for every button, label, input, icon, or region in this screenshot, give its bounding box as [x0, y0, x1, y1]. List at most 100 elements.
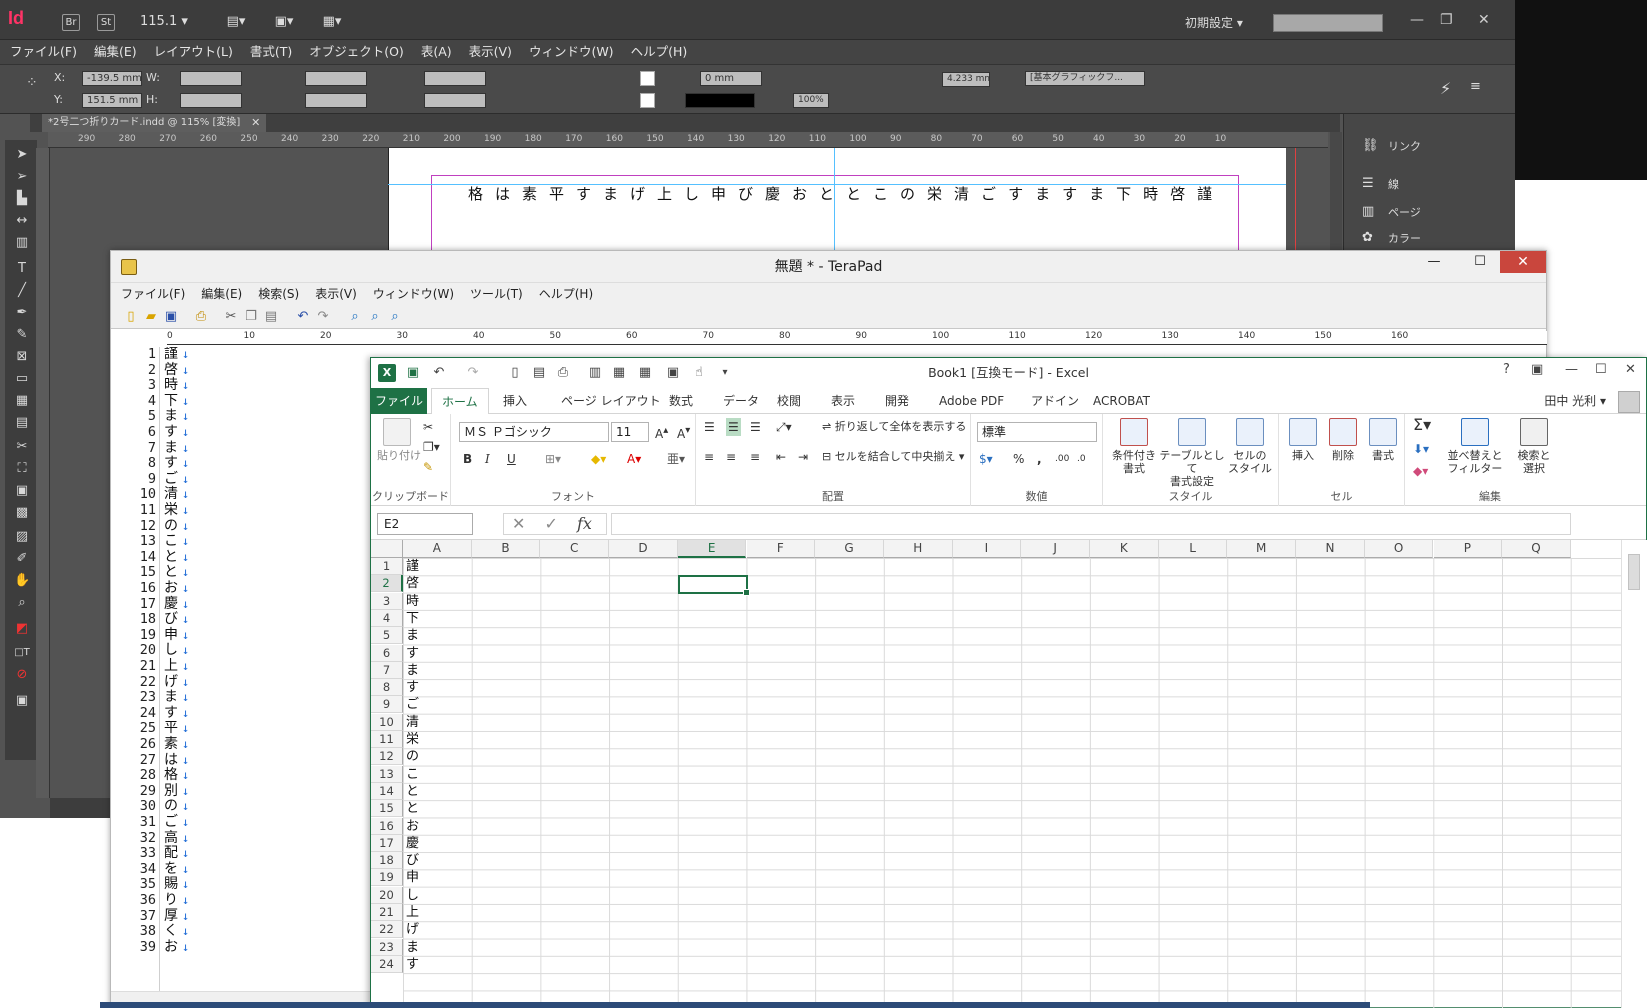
row-header[interactable]: 5 [371, 627, 403, 645]
apply-none-icon[interactable]: ⊘ [14, 668, 30, 682]
cell-a[interactable]: ま [406, 627, 419, 644]
bridge-button[interactable]: Br [62, 14, 80, 31]
tab-acrobat[interactable]: ACROBAT [1083, 388, 1160, 414]
align-top-icon[interactable]: ☰ [704, 418, 715, 436]
row-header[interactable]: 11 [371, 731, 403, 748]
tab-formulas[interactable]: 数式 [659, 388, 703, 414]
column-header[interactable]: N [1296, 540, 1365, 558]
excel-maximize-icon[interactable]: ☐ [1595, 362, 1607, 377]
italic-button[interactable]: I [485, 450, 490, 468]
cell-a[interactable]: 上 [406, 904, 419, 921]
increase-decimal-icon[interactable]: .00 [1055, 450, 1069, 468]
tab-adobe-pdf[interactable]: Adobe PDF [929, 388, 1014, 414]
panel-pages[interactable]: ▥ ページ [1362, 202, 1421, 222]
menu-object[interactable]: オブジェクト(O) [309, 40, 404, 64]
cell-a[interactable]: す [406, 679, 419, 696]
row-header[interactable]: 12 [371, 748, 403, 766]
tp-line[interactable]: 2 啓 ↓ [111, 362, 371, 379]
column-header[interactable]: B [471, 540, 541, 558]
stroke-type-select[interactable] [685, 93, 755, 108]
column-header[interactable]: A [403, 540, 472, 558]
cell-a[interactable]: お [406, 818, 419, 835]
number-format-select[interactable]: 標準 [977, 422, 1097, 442]
tp-line[interactable]: 19 申 ↓ [111, 627, 371, 644]
tp-line[interactable]: 6 す ↓ [111, 424, 371, 441]
cell-a[interactable]: 清 [406, 714, 419, 731]
shear-field[interactable] [424, 93, 486, 108]
tp-menu-view[interactable]: 表示(V) [315, 283, 357, 305]
decrease-font-icon[interactable]: A▾ [677, 422, 690, 443]
panel-menu-icon[interactable]: ≡ [1470, 79, 1481, 94]
panel-color[interactable]: ✿ カラー [1362, 228, 1421, 248]
column-header[interactable]: G [815, 540, 884, 558]
column-header[interactable]: O [1364, 540, 1434, 558]
tp-line[interactable]: 20 し ↓ [111, 643, 371, 659]
font-name-select[interactable]: ＭＳ Ｐゴシック [459, 422, 609, 442]
quick-apply-icon[interactable]: ⚡ [1440, 79, 1451, 98]
decrease-indent-icon[interactable]: ⇤ [776, 448, 786, 466]
active-cell[interactable] [678, 575, 750, 596]
cell-a[interactable]: 慶 [406, 835, 419, 852]
row-header[interactable]: 20 [371, 886, 403, 904]
borders-icon[interactable]: ⊞▾ [545, 450, 561, 468]
document-text-frame[interactable]: 格は素平すまげ上し申び慶おととこの栄清ごすますま下時啓謹 [468, 183, 1224, 204]
close-icon[interactable]: ✕ [1478, 12, 1490, 28]
menu-type[interactable]: 書式(T) [250, 40, 292, 64]
pen-tool-icon[interactable]: ✒ [14, 306, 30, 320]
line-tool-icon[interactable]: ╱ [14, 284, 30, 298]
zoom-tool-icon[interactable]: ⌕ [14, 596, 30, 610]
insert-cells-button[interactable]: 挿入 [1285, 418, 1321, 462]
spacing-field[interactable]: 4.233 mm [942, 72, 990, 87]
row-header[interactable]: 16 [371, 817, 403, 835]
tp-line[interactable]: 18 び ↓ [111, 612, 371, 628]
fill-icon[interactable]: ⬇▾ [1413, 440, 1429, 458]
tp-line[interactable]: 27 は ↓ [111, 752, 371, 769]
object-style-select[interactable]: [基本グラフィックフ... [1025, 71, 1145, 86]
currency-icon[interactable]: $▾ [979, 450, 993, 468]
user-name[interactable]: 田中 光利 ▾ [1544, 388, 1606, 414]
tp-line[interactable]: 28 格 ↓ [111, 768, 371, 784]
column-header[interactable]: J [1021, 540, 1090, 558]
align-bottom-icon[interactable]: ☰ [750, 418, 761, 436]
screen-mode-icon[interactable]: ▣▾ [270, 14, 298, 31]
scale-y-field[interactable] [305, 93, 367, 108]
row-header[interactable]: 13 [371, 765, 403, 783]
panel-links[interactable]: ⛓ リンク [1362, 136, 1421, 156]
column-header[interactable]: D [609, 540, 678, 558]
gap-tool-icon[interactable]: ↔ [14, 214, 30, 228]
cell-a[interactable]: 下 [406, 610, 419, 627]
menu-help[interactable]: ヘルプ(H) [631, 40, 688, 64]
width-field[interactable] [180, 71, 242, 86]
restore-icon[interactable]: ❐ [1440, 12, 1453, 28]
tp-line[interactable]: 7 ま ↓ [111, 440, 371, 457]
cell-a[interactable]: び [406, 852, 419, 869]
tp-line[interactable]: 24 す ↓ [111, 705, 371, 722]
free-transform-tool-icon[interactable]: ⛶ [14, 462, 30, 476]
tp-line[interactable]: 10 清 ↓ [111, 487, 371, 503]
conditional-format-button[interactable]: 条件付き 書式 [1109, 418, 1159, 475]
orientation-icon[interactable]: ⤢▾ [776, 418, 792, 436]
cell-a[interactable]: と [406, 800, 419, 817]
eyedropper-tool-icon[interactable]: ✐ [14, 552, 30, 566]
minimize-icon[interactable]: — [1410, 12, 1424, 28]
tab-review[interactable]: 校閲 [767, 388, 811, 414]
wrap-text-button[interactable]: ⇌ 折り返して全体を表示する [822, 418, 966, 436]
tp-line[interactable]: 9 ご ↓ [111, 471, 371, 488]
tp-line[interactable]: 23 ま ↓ [111, 690, 371, 706]
row-header[interactable]: 1 [371, 558, 403, 575]
tp-line[interactable]: 34 を ↓ [111, 861, 371, 878]
arrange-documents-icon[interactable]: ▦▾ [318, 14, 346, 31]
row-header[interactable]: 3 [371, 592, 403, 610]
type-tool-icon[interactable]: T [14, 262, 30, 276]
row-header[interactable]: 19 [371, 869, 403, 887]
column-header[interactable]: K [1090, 540, 1159, 558]
grid-tool-icon[interactable]: ▤ [14, 416, 30, 430]
tp-line[interactable]: 8 す ↓ [111, 456, 371, 472]
cell-a[interactable]: こ [406, 766, 419, 783]
excel-close-icon[interactable]: ✕ [1625, 362, 1636, 377]
tp-line[interactable]: 14 と ↓ [111, 549, 371, 566]
tp-menu-edit[interactable]: 編集(E) [201, 283, 242, 305]
workspace-switcher[interactable]: 初期設定 ▾ [1185, 14, 1243, 31]
tp-line[interactable]: 4 下 ↓ [111, 393, 371, 410]
row-header[interactable]: 22 [371, 921, 403, 939]
